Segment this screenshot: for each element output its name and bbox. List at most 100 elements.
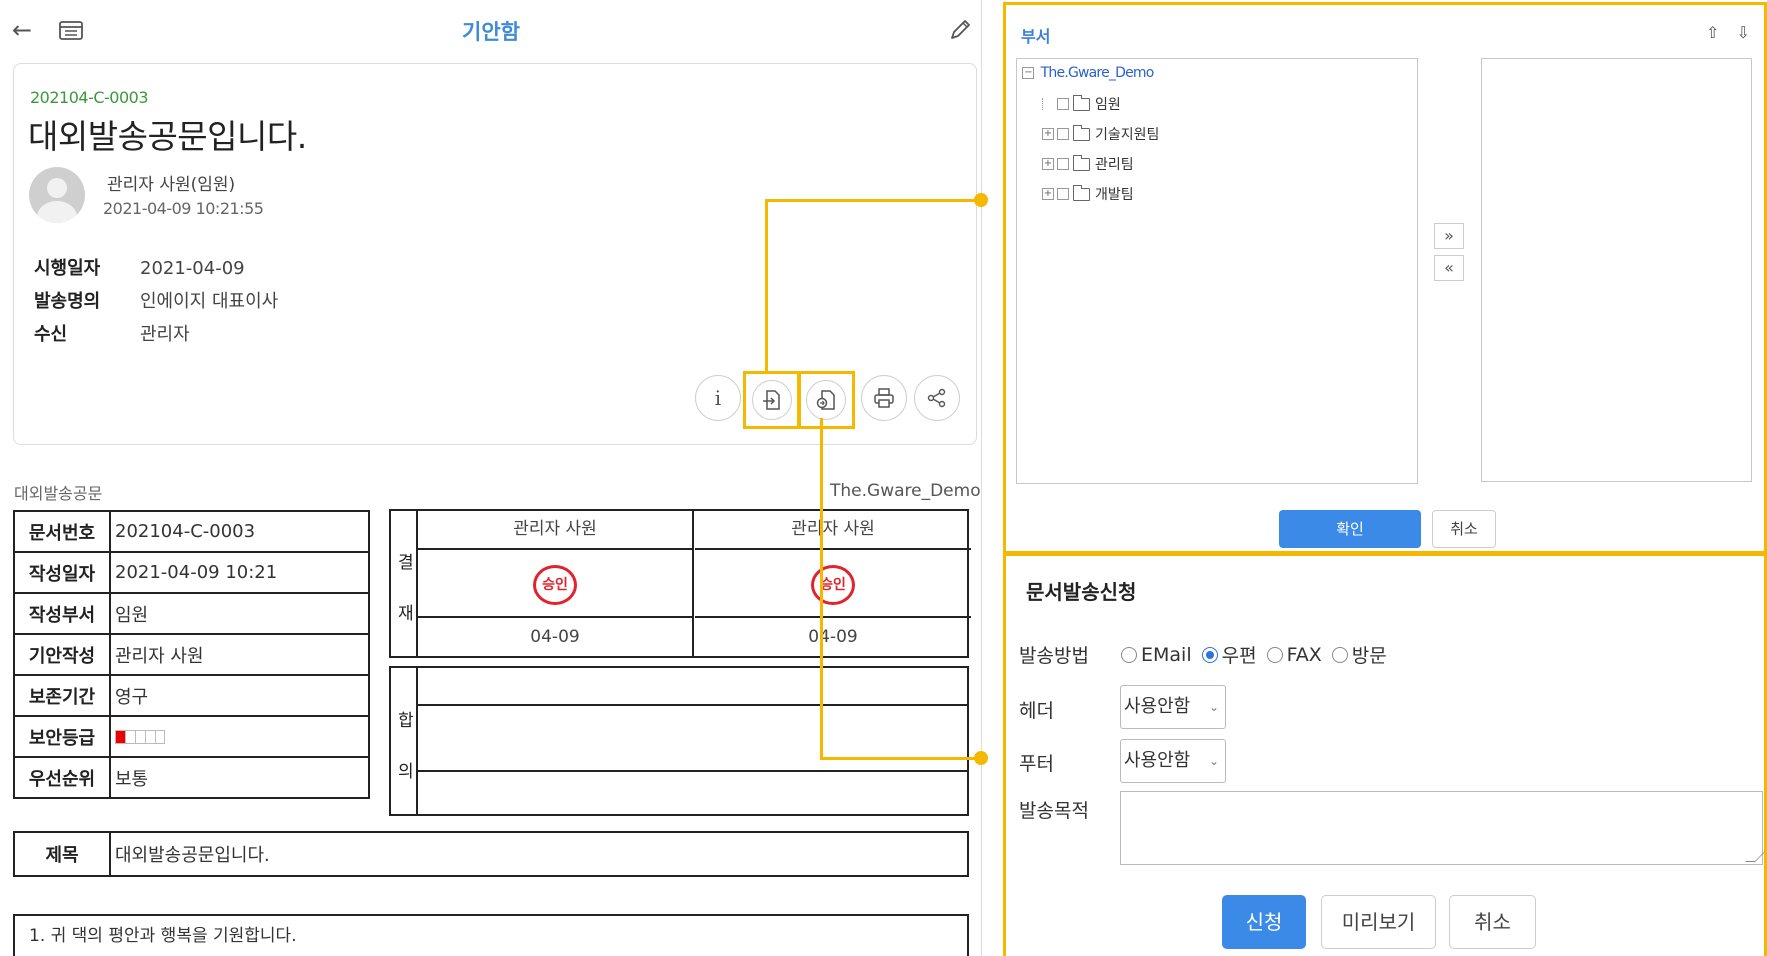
tree-item[interactable]: + 개발팀 [1042,184,1134,204]
radio-post[interactable] [1201,646,1218,663]
selected-departments-list[interactable] [1481,58,1752,482]
expand-icon[interactable]: + [1042,188,1054,200]
cancel-send-button[interactable]: 취소 [1449,895,1536,949]
send-request-panel: 문서발송신청 발송방법 EMail 우편 FAX 방문 헤더 사용안함 ⌄ 푸터 … [1003,553,1767,956]
connector-line [820,418,823,760]
table-row: 문서번호 202104-C-0003 [13,510,370,553]
purpose-label: 발송목적 [1019,800,1089,822]
file-send-icon [816,390,835,410]
folder-icon [1073,154,1090,171]
top-bar: ← 기안함 [0,0,982,60]
security-level-cell [156,731,166,743]
table-row: 제목 대외발송공문입니다. [13,831,969,877]
meta-row-recipient: 수신 관리자 [34,324,190,345]
send-method-label: 발송방법 [1019,645,1089,667]
table-row: 우선순위 보통 [13,756,370,799]
document-code: 202104-C-0003 [30,88,149,107]
meta-row-sender: 발송명의 인에이지 대표이사 [34,291,279,312]
tree-item[interactable]: + 관리팀 [1042,154,1134,174]
tree-item[interactable]: + 기술지원팀 [1042,124,1159,144]
confirm-button[interactable]: 확인 [1279,510,1421,548]
footer-label: 푸터 [1019,753,1054,775]
table-row: 보안등급 [13,715,370,758]
submit-button[interactable]: 신청 [1222,895,1306,949]
expand-icon[interactable]: + [1042,128,1054,140]
table-row: 기안작성 관리자 사원 [13,633,370,676]
meta-row-date: 시행일자 2021-04-09 [34,258,245,279]
connector-line [765,199,768,374]
cancel-button[interactable]: 취소 [1432,510,1496,548]
form-type-label: 대외발송공문 [14,484,103,503]
header-select[interactable]: 사용안함 ⌄ [1120,685,1226,729]
approval-column: 관리자 사원 승인 04-09 [695,511,971,656]
approval-column: 관리자 사원 승인 04-09 [418,511,694,656]
department-tree: − The.Gware_Demo 임원 + 기술지원팀 + 관리팀 + 개발팀 [1016,58,1418,484]
form-company-name: The.Gware_Demo [830,481,981,501]
resize-grip-icon[interactable] [1745,852,1765,862]
document-title: 대외발송공문입니다. [28,117,307,156]
approval-stamp: 승인 [811,565,855,605]
document-view: ← 기안함 202104-C-0003 대외발송공문입니다. 관리자 사원(임원… [0,0,982,956]
send-document-button[interactable] [797,371,855,429]
approver-name: 관리자 사원 [418,511,692,550]
table-row: 보존기간 영구 [13,674,370,717]
folder-icon [1073,184,1090,201]
connector-line [820,757,980,760]
header-label: 헤더 [1019,700,1054,722]
chevron-down-icon: ⌄ [1208,700,1219,714]
sort-arrows-icon[interactable]: ⇧ ⇩ [1706,23,1756,42]
action-buttons: i [695,371,975,429]
department-panel-title: 부서 [1021,27,1051,46]
collapse-icon[interactable]: − [1022,67,1034,79]
table-row: 작성일자 2021-04-09 10:21 [13,551,370,594]
agreement-row [418,706,967,772]
page-title: 기안함 [462,20,520,44]
security-level-cell [116,731,126,743]
radio-email[interactable] [1121,646,1137,663]
move-left-button[interactable]: « [1434,255,1464,281]
send-request-title: 문서발송신청 [1026,580,1137,604]
footer-select[interactable]: 사용안함 ⌄ [1120,739,1226,783]
written-timestamp: 2021-04-09 10:21:55 [103,199,264,218]
share-icon [927,388,946,408]
radio-fax[interactable] [1266,646,1283,663]
approval-stamp: 승인 [533,565,577,605]
edit-pencil-icon[interactable] [946,16,974,44]
document-info-table: 문서번호 202104-C-0003 작성일자 2021-04-09 10:21 작… [13,510,370,799]
document-body: 1. 귀 댁의 평안과 행복을 기원합니다. [13,914,969,956]
tree-checkbox[interactable] [1057,98,1069,110]
document-summary-card: 202104-C-0003 대외발송공문입니다. 관리자 사원(임원) 2021… [13,63,977,445]
approval-date: 04-09 [530,627,580,647]
tree-checkbox[interactable] [1057,188,1069,200]
tree-checkbox[interactable] [1057,158,1069,170]
tree-item[interactable]: 임원 [1042,94,1121,114]
preview-button[interactable]: 미리보기 [1321,895,1436,949]
connector-dot [974,751,988,765]
tree-root[interactable]: − The.Gware_Demo [1022,65,1154,81]
printer-icon [874,388,894,408]
radio-visit[interactable] [1331,646,1348,663]
info-button[interactable]: i [695,375,741,421]
approval-side-label: 결 재 [391,511,418,656]
subject-table: 제목 대외발송공문입니다. [13,831,969,877]
move-right-button[interactable]: » [1434,223,1464,249]
writer-name: 관리자 사원(임원) [107,175,236,195]
agreement-row [418,668,967,706]
folder-icon [1073,124,1090,141]
expand-icon[interactable]: + [1042,158,1054,170]
share-button[interactable] [914,375,960,421]
folder-icon [1073,94,1090,111]
connector-line [765,199,980,202]
approver-name: 관리자 사원 [695,511,971,550]
purpose-textarea[interactable] [1120,791,1765,865]
print-button[interactable] [861,375,907,421]
security-level-bar [115,730,165,744]
security-level-cell [146,731,156,743]
send-method-radios: EMail 우편 FAX 방문 [1121,641,1397,668]
avatar [29,167,85,223]
tree-checkbox[interactable] [1057,128,1069,140]
table-row: 작성부서 임원 [13,592,370,635]
agreement-box: 합 의 [389,666,969,816]
approval-box: 결 재 관리자 사원 승인 04-09 관리자 사원 승인 04-09 [389,509,971,658]
export-button[interactable] [743,371,801,429]
